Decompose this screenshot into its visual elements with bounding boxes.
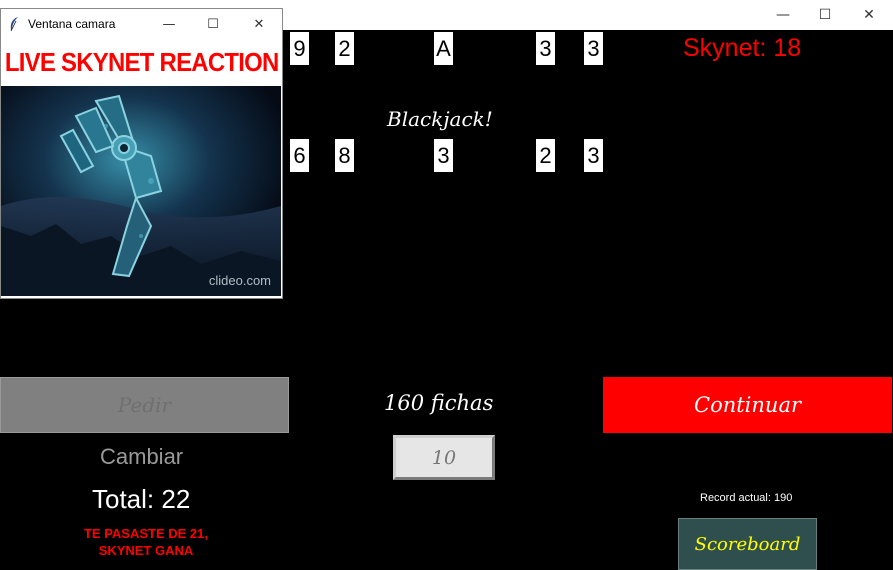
skynet-card: 2	[335, 32, 354, 65]
minimize-icon: —	[162, 16, 176, 32]
bet-input[interactable]: 10	[393, 435, 495, 480]
fichas-count: 160 fichas	[384, 391, 494, 415]
skynet-card: A	[434, 32, 453, 65]
camera-video: clideo.com	[1, 86, 281, 296]
maximize-icon: ☐	[207, 16, 219, 32]
camera-window-title: Ventana camara	[28, 17, 116, 31]
terminator-hand-image	[1, 86, 281, 296]
close-icon: ✕	[863, 7, 875, 23]
camera-header: LIVE SKYNET REACTION	[1, 39, 282, 85]
camera-close-button[interactable]: ✕	[239, 9, 279, 39]
pedir-button[interactable]: Pedir	[0, 377, 289, 433]
continuar-button[interactable]: Continuar	[603, 377, 892, 433]
maximize-button[interactable]: ☐	[802, 0, 848, 30]
feather-icon	[10, 17, 18, 32]
game-message: Blackjack!	[387, 107, 493, 131]
skynet-score: Skynet: 18	[683, 34, 802, 62]
skynet-card: 9	[290, 32, 309, 65]
camera-window[interactable]: Ventana camara — ☐ ✕ LIVE SKYNET REACTIO…	[0, 8, 283, 299]
camera-minimize-button[interactable]: —	[149, 9, 189, 39]
skynet-card: 3	[584, 32, 603, 65]
player-total: Total: 22	[92, 484, 191, 514]
player-card: 8	[335, 139, 354, 172]
result-line-1: TE PASASTE DE 21,	[83, 526, 208, 541]
record-label: Record actual: 190	[700, 492, 793, 504]
minimize-icon: —	[776, 7, 790, 23]
video-watermark: clideo.com	[208, 273, 271, 288]
player-card: 3	[434, 139, 453, 172]
camera-maximize-button[interactable]: ☐	[193, 9, 233, 39]
player-card: 2	[536, 139, 555, 172]
live-reaction-label: LIVE SKYNET REACTION	[4, 46, 279, 77]
player-card: 3	[584, 139, 603, 172]
skynet-card: 3	[536, 32, 555, 65]
result-message: TE PASASTE DE 21, SKYNET GANA	[70, 525, 222, 559]
cambiar-button[interactable]: Cambiar	[100, 444, 183, 470]
maximize-icon: ☐	[818, 7, 832, 23]
close-button[interactable]: ✕	[846, 0, 892, 30]
close-icon: ✕	[253, 16, 265, 32]
scoreboard-button[interactable]: Scoreboard	[678, 518, 817, 570]
result-line-2: SKYNET GANA	[98, 543, 194, 558]
camera-title-bar[interactable]: Ventana camara — ☐ ✕	[1, 9, 282, 39]
player-card: 6	[290, 139, 309, 172]
minimize-button[interactable]: —	[760, 0, 806, 30]
